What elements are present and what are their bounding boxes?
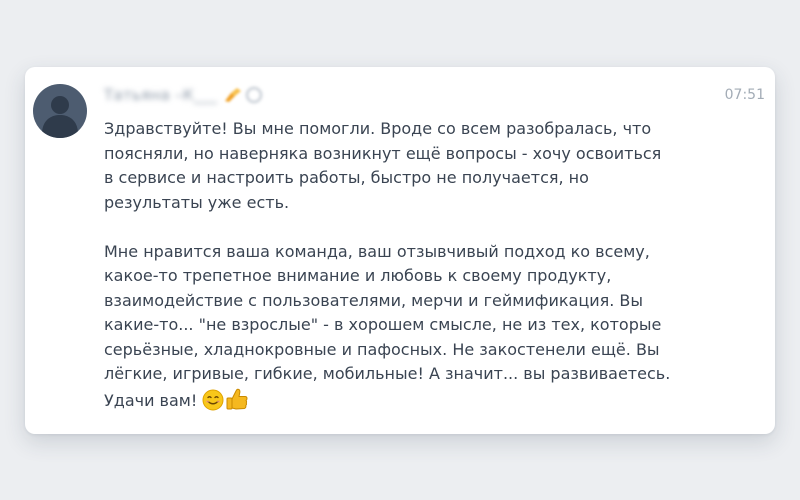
thumbs-up-emoji-icon	[226, 388, 248, 409]
status-circle-icon	[246, 87, 263, 103]
message-paragraph: Здравствуйте! Вы мне помогли. Вроде со в…	[104, 119, 662, 212]
avatar[interactable]	[33, 84, 87, 138]
sender-name[interactable]: Татьяна –К___	[104, 86, 217, 104]
message-card: Татьяна –К___ 07:51 Здравствуйте! Вы мне…	[25, 67, 775, 434]
message-paragraph: Мне нравится ваша команда, ваш отзывчивы…	[104, 240, 744, 414]
message-closing: Удачи вам!	[104, 390, 198, 410]
pencil-badge-icon	[223, 87, 243, 103]
user-silhouette-icon	[42, 96, 78, 138]
message-body: Здравствуйте! Вы мне помогли. Вроде со в…	[104, 117, 744, 413]
message-time: 07:51	[724, 87, 765, 103]
sender-header: Татьяна –К___	[104, 84, 263, 106]
message-paragraph-text: Мне нравится ваша команда, ваш отзывчивы…	[104, 241, 671, 384]
smiling-face-emoji-icon	[202, 389, 224, 410]
emoji-group	[202, 387, 248, 411]
